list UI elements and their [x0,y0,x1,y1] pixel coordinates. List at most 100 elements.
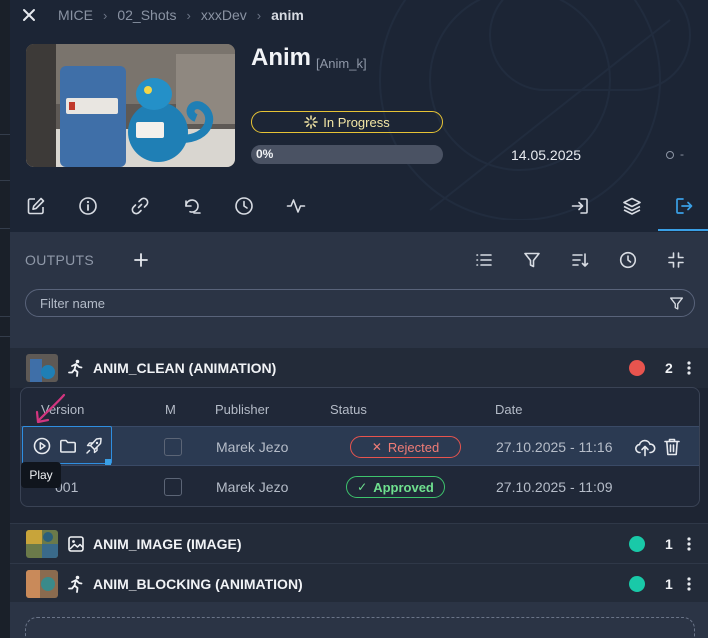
status-badge[interactable]: In Progress [251,111,443,133]
chevron-right-icon: › [186,7,191,23]
group-count: 2 [665,360,673,376]
breadcrumb: MICE › 02_Shots › xxxDev › anim [58,7,304,23]
breadcrumb-item-shot[interactable]: xxxDev [201,7,247,23]
collapse-button[interactable] [665,249,687,271]
activity-button[interactable] [285,195,307,217]
trailing-value: - [680,147,684,161]
breadcrumb-item-current: anim [271,7,304,23]
group-menu-button[interactable] [682,574,696,594]
filter-icon[interactable] [669,296,684,311]
background-decoration [379,0,691,220]
delete-button[interactable] [663,437,681,457]
play-icon [33,437,51,455]
breadcrumb-item-project[interactable]: MICE [58,7,93,23]
table-row[interactable]: Marek Jezo ✕ Rejected 27.10.2025 - 11:16 [21,426,699,466]
row-checkbox[interactable] [164,438,182,456]
folder-icon [60,439,76,453]
filter-name-field[interactable] [25,289,695,317]
info-button[interactable] [77,195,99,217]
group-menu-button[interactable] [682,358,696,378]
versions-table: Version M Publisher Status Date Marek Je… [20,387,700,507]
activity-icon [286,199,306,213]
login-icon [571,198,588,214]
group-name: ANIM_IMAGE (IMAGE) [93,536,242,552]
loading-icon [304,115,318,129]
running-person-icon [66,358,86,378]
selection-handle[interactable] [105,459,111,465]
chevron-right-icon: › [256,7,262,23]
layers-button[interactable] [621,195,643,217]
close-button[interactable] [18,5,40,25]
list-view-button[interactable] [473,249,495,271]
output-group-anim-image[interactable]: ANIM_IMAGE (IMAGE) 1 [10,523,708,563]
logout-icon [676,198,693,214]
task-subtitle: [Anim_k] [316,56,367,71]
group-count: 1 [665,536,673,552]
status-label: In Progress [323,114,390,130]
more-vertical-icon [687,577,691,591]
group-name: ANIM_CLEAN (ANIMATION) [93,360,277,376]
clock-icon [235,197,253,215]
restore-icon [185,199,201,214]
chevron-right-icon: › [103,7,108,23]
task-thumbnail[interactable] [26,44,235,167]
indicator-circle-icon[interactable] [666,151,674,159]
sort-icon [572,253,589,267]
row-checkbox[interactable] [164,478,182,496]
status-badge-rejected[interactable]: ✕ Rejected [350,436,461,458]
group-name: ANIM_BLOCKING (ANIMATION) [93,576,303,592]
outputs-title: OUTPUTS [25,252,94,268]
info-icon [79,197,97,215]
group-status-dot [629,536,645,552]
group-menu-button[interactable] [682,534,696,554]
filter-name-input[interactable] [40,294,640,312]
status-badge-approved[interactable]: ✓ Approved [346,476,445,498]
outputs-tab-button[interactable] [673,195,695,217]
recent-button[interactable] [617,249,639,271]
breadcrumb-item-folder[interactable]: 02_Shots [117,7,176,23]
play-tooltip: Play [21,462,61,488]
trash-icon [664,438,680,456]
rocket-icon [86,437,102,454]
more-vertical-icon [687,537,691,551]
column-header-publisher[interactable]: Publisher [215,402,269,417]
column-header-m[interactable]: M [165,402,176,417]
check-icon: ✓ [357,480,368,494]
launch-button[interactable] [84,436,104,456]
annotation-arrow [35,393,66,424]
more-vertical-icon [687,361,691,375]
upload-button[interactable] [634,437,656,457]
history-button[interactable] [233,195,255,217]
image-icon [66,534,86,554]
edit-icon [27,197,45,215]
column-header-status[interactable]: Status [330,402,367,417]
filter-button[interactable] [521,249,543,271]
layers-icon [623,197,641,215]
inputs-button[interactable] [569,195,591,217]
close-icon [23,9,35,21]
group-thumbnail [26,530,58,558]
edit-button[interactable] [25,195,47,217]
play-button[interactable] [33,437,51,455]
link-button[interactable] [129,195,151,217]
group-thumbnail [26,354,58,382]
thumbnail-image [26,44,235,167]
output-group-anim-blocking[interactable]: ANIM_BLOCKING (ANIMATION) 1 [10,563,708,603]
group-thumbnail [26,570,58,598]
table-row[interactable]: 001 Marek Jezo ✓ Approved 27.10.2025 - 1… [21,467,699,506]
row-actions [22,426,112,464]
filter-icon [524,252,540,268]
open-folder-button[interactable] [59,437,77,455]
column-header-date[interactable]: Date [495,402,522,417]
drop-zone[interactable] [25,617,695,638]
sort-button[interactable] [569,249,591,271]
restore-button[interactable] [181,195,203,217]
output-group-anim-clean[interactable]: ANIM_CLEAN (ANIMATION) 2 [10,348,708,388]
clock-icon [619,251,637,269]
running-person-icon [66,574,86,594]
list-icon [476,254,492,266]
publisher-cell: Marek Jezo [216,479,289,495]
add-output-button[interactable] [130,249,152,271]
group-count: 1 [665,576,673,592]
status-label: Approved [373,479,434,495]
